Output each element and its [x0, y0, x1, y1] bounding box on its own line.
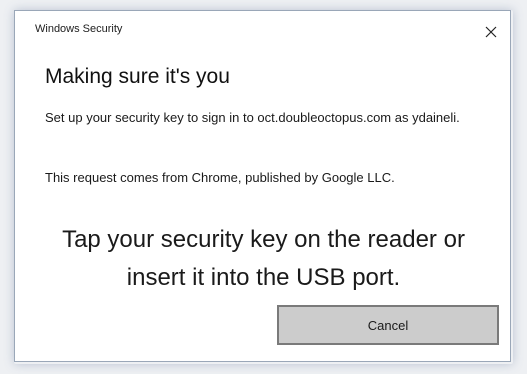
close-button[interactable]: [480, 22, 502, 42]
request-source-message: This request comes from Chrome, publishe…: [45, 170, 395, 185]
close-icon: [485, 26, 497, 38]
cancel-button[interactable]: Cancel: [277, 305, 499, 345]
window-title: Windows Security: [35, 23, 123, 35]
setup-message: Set up your security key to sign in to o…: [45, 110, 460, 125]
title-bar: Windows Security: [15, 11, 510, 51]
windows-security-dialog: Windows Security Making sure it's you Se…: [14, 10, 511, 362]
security-key-instruction: Tap your security key on the reader or i…: [62, 226, 465, 291]
dialog-heading: Making sure it's you: [45, 65, 230, 88]
